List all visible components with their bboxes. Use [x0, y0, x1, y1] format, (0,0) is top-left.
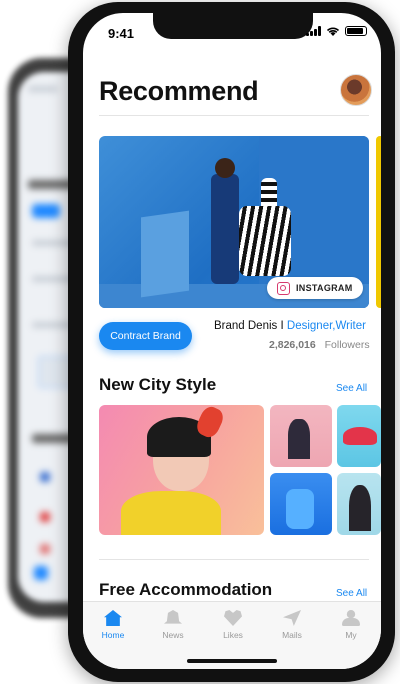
- photo-tile[interactable]: [270, 405, 332, 467]
- tab-label: Likes: [223, 630, 243, 640]
- next-card-peek[interactable]: [376, 136, 381, 308]
- tab-label: News: [162, 630, 184, 640]
- status-icons: [306, 26, 367, 36]
- section-title-accommodation: Free Accommodation: [99, 580, 273, 599]
- tab-news[interactable]: News: [143, 610, 203, 640]
- photo-tile[interactable]: [99, 405, 264, 535]
- divider: [99, 115, 369, 116]
- followers-label: Followers: [324, 339, 370, 351]
- brand-separator: I: [280, 320, 284, 332]
- instagram-icon: [277, 281, 290, 295]
- tab-likes[interactable]: Likes: [203, 610, 263, 640]
- bell-icon: [164, 610, 182, 624]
- instagram-badge[interactable]: INSTAGRAM: [267, 277, 363, 299]
- follower-count: 2,826,016: [269, 339, 316, 351]
- home-icon: [104, 610, 122, 626]
- notch: [153, 13, 313, 39]
- brand-info: Brand Denis I Designer,Writer: [214, 320, 366, 332]
- divider: [99, 559, 369, 560]
- wifi-icon: [326, 27, 340, 36]
- photo-tile[interactable]: [270, 473, 332, 535]
- battery-icon: [345, 26, 367, 36]
- page-title: Recommend: [99, 76, 259, 106]
- instagram-label: INSTAGRAM: [296, 283, 353, 293]
- photo-tile[interactable]: [337, 473, 381, 535]
- user-icon: [342, 610, 360, 626]
- see-all-accommodation[interactable]: See All: [336, 588, 367, 599]
- tab-label: Home: [101, 630, 125, 640]
- section-title-city-style: New City Style: [99, 375, 217, 394]
- tab-my[interactable]: My: [321, 610, 381, 640]
- tab-label: Mails: [282, 630, 302, 640]
- avatar[interactable]: [340, 74, 372, 106]
- followers-info: 2,826,016 Followers: [269, 339, 370, 351]
- paper-plane-icon: [283, 610, 301, 626]
- tab-label: My: [345, 630, 357, 640]
- heart-icon: [224, 610, 242, 626]
- home-indicator: [187, 659, 277, 663]
- signal-icon: [306, 26, 321, 36]
- tab-home[interactable]: Home: [83, 610, 143, 640]
- status-time: 9:41: [108, 26, 135, 41]
- photo-tile[interactable]: [337, 405, 381, 467]
- phone-screen: 9:41 Recommend INSTAGRAM Contract Brand …: [83, 13, 381, 669]
- brand-roles[interactable]: Designer,Writer: [287, 320, 366, 332]
- brand-name: Brand Denis: [214, 320, 278, 332]
- contract-brand-button[interactable]: Contract Brand: [99, 322, 192, 350]
- tab-mails[interactable]: Mails: [262, 610, 322, 640]
- see-all-city-style[interactable]: See All: [336, 383, 367, 394]
